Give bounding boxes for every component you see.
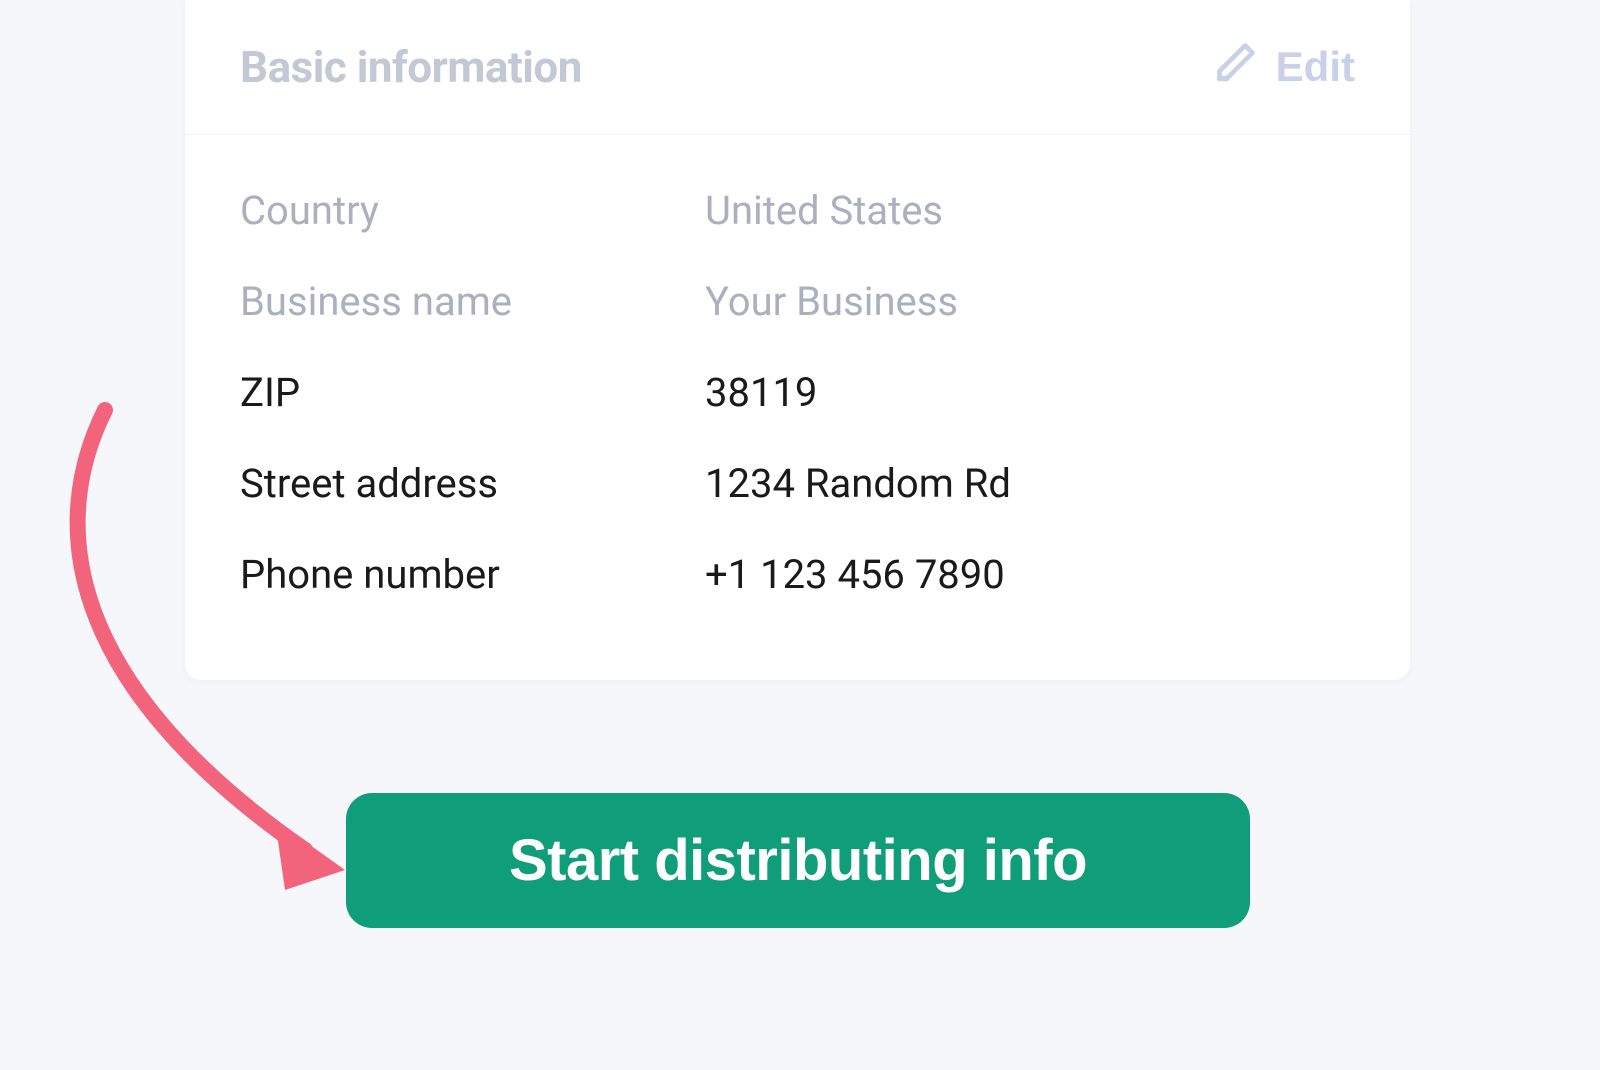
row-phone-number: Phone number +1 123 456 7890 (240, 529, 1355, 620)
row-value: Your Business (705, 278, 958, 325)
row-label: Business name (240, 278, 705, 325)
row-value: 1234 Random Rd (705, 460, 1011, 507)
pencil-icon (1214, 40, 1258, 94)
row-business-name: Business name Your Business (240, 256, 1355, 347)
row-country: Country United States (240, 165, 1355, 256)
start-distributing-button[interactable]: Start distributing info (346, 793, 1250, 928)
edit-label: Edit (1276, 43, 1355, 91)
card-body: Country United States Business name Your… (185, 135, 1410, 680)
row-value: +1 123 456 7890 (705, 551, 1005, 598)
card-header: Basic information Edit (185, 0, 1410, 135)
card-title: Basic information (240, 41, 582, 93)
row-label: Country (240, 187, 705, 234)
row-label: ZIP (240, 369, 705, 416)
basic-info-card: Basic information Edit Country United St… (185, 0, 1410, 680)
cta-label: Start distributing info (509, 827, 1087, 894)
row-value: United States (705, 187, 943, 234)
edit-button[interactable]: Edit (1214, 40, 1355, 94)
row-label: Street address (240, 460, 705, 507)
row-value: 38119 (705, 369, 817, 416)
row-street-address: Street address 1234 Random Rd (240, 438, 1355, 529)
row-zip: ZIP 38119 (240, 347, 1355, 438)
row-label: Phone number (240, 551, 705, 598)
